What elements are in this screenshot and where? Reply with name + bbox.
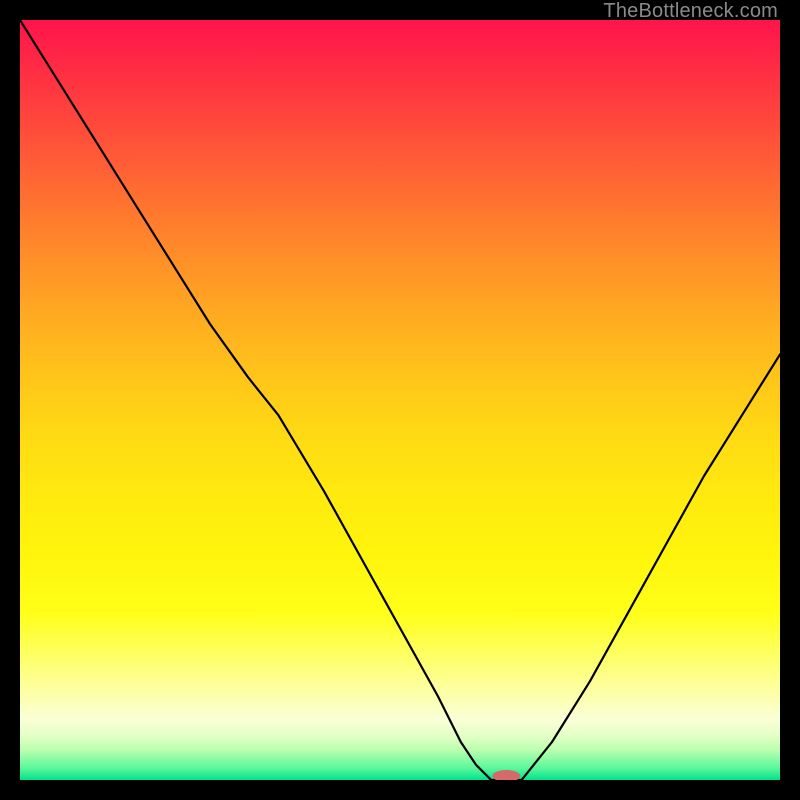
curve-svg: [20, 20, 780, 780]
optimum-marker: [492, 770, 520, 780]
plot-area: [20, 20, 780, 780]
bottleneck-curve: [20, 20, 780, 780]
chart-container: TheBottleneck.com: [0, 0, 800, 800]
